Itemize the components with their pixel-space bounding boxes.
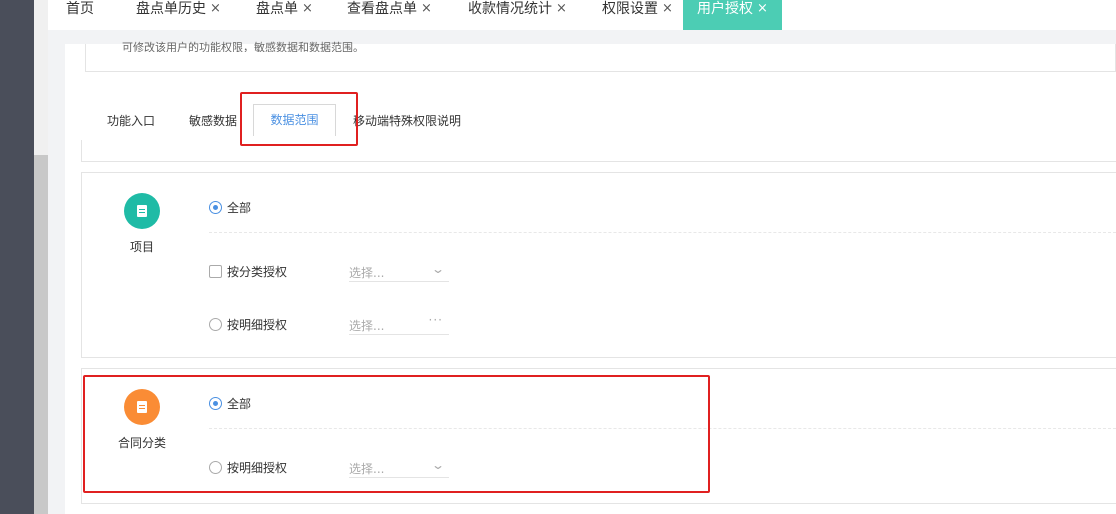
- tab-label: 查看盘点单: [347, 1, 417, 17]
- tab-label: 盘点单历史: [136, 1, 206, 17]
- annotation-highlight-tab: [240, 92, 358, 146]
- checkbox-icon[interactable]: [209, 265, 222, 278]
- subtab-mobile-permission-notes[interactable]: 移动端特殊权限说明: [353, 112, 461, 129]
- select-placeholder: 选择...: [349, 319, 385, 333]
- close-icon[interactable]: ×: [556, 0, 567, 18]
- subtab-sensitive-data[interactable]: 敏感数据: [189, 112, 237, 129]
- scrollbar-thumb[interactable]: [34, 155, 48, 514]
- close-icon[interactable]: ×: [302, 0, 313, 18]
- tab-label: 首页: [66, 1, 94, 17]
- project-option-by-category[interactable]: 按分类授权: [209, 263, 287, 280]
- radio-icon[interactable]: [209, 201, 222, 214]
- subtab-content-area: [81, 140, 1116, 162]
- tab-collection-stats[interactable]: 收款情况统计 ×: [468, 0, 567, 30]
- document-icon: [124, 193, 160, 229]
- annotation-highlight-section: [83, 375, 710, 493]
- tab-home[interactable]: 首页: [66, 0, 94, 30]
- project-option-by-detail[interactable]: 按明细授权: [209, 316, 287, 333]
- description-text: 可修改该用户的功能权限，敏感数据和数据范围。: [122, 41, 364, 52]
- tab-label: 用户授权: [697, 1, 753, 17]
- option-label: 按分类授权: [227, 265, 288, 279]
- close-icon[interactable]: ×: [421, 0, 432, 18]
- more-icon[interactable]: ···: [429, 313, 443, 327]
- tab-view-inventory[interactable]: 查看盘点单 ×: [347, 0, 432, 30]
- chevron-down-icon: ⌄: [430, 262, 446, 276]
- tab-inventory[interactable]: 盘点单 ×: [256, 0, 313, 30]
- tab-inventory-history[interactable]: 盘点单历史 ×: [136, 0, 221, 30]
- radio-icon[interactable]: [209, 318, 222, 331]
- tab-label: 盘点单: [256, 1, 298, 17]
- tab-user-authorization[interactable]: 用户授权 ×: [683, 0, 782, 30]
- subtab-function-entry[interactable]: 功能入口: [107, 112, 155, 129]
- section-label: 项目: [130, 240, 155, 254]
- project-detail-select[interactable]: 选择... ···: [349, 313, 449, 335]
- top-tab-bar: 首页 盘点单历史 × 盘点单 × 查看盘点单 × 收款情况统计 × 权限设置 ×…: [48, 0, 1116, 30]
- project-category-select[interactable]: 选择... ⌄: [349, 262, 449, 282]
- option-label: 按明细授权: [227, 318, 288, 332]
- divider: [209, 232, 1116, 233]
- tab-label: 权限设置: [602, 1, 658, 17]
- option-label: 全部: [227, 201, 252, 215]
- project-option-all[interactable]: 全部: [209, 199, 251, 216]
- close-icon[interactable]: ×: [662, 0, 673, 18]
- app-sidebar-strip: [0, 0, 34, 514]
- tab-label: 收款情况统计: [468, 1, 552, 17]
- close-icon[interactable]: ×: [210, 0, 221, 18]
- select-placeholder: 选择...: [349, 266, 385, 280]
- tab-permission-settings[interactable]: 权限设置 ×: [602, 0, 673, 30]
- close-icon[interactable]: ×: [757, 0, 768, 18]
